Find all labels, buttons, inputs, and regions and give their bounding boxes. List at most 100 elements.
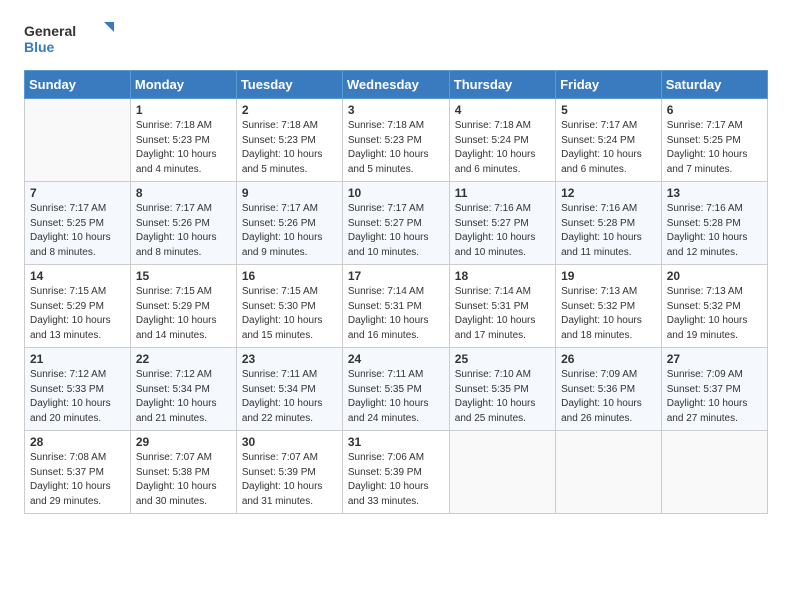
day-info: Sunrise: 7:16 AM Sunset: 5:27 PM Dayligh… (455, 202, 550, 260)
day-number: 27 (667, 352, 762, 366)
calendar-cell: 24Sunrise: 7:11 AM Sunset: 5:35 PM Dayli… (342, 348, 449, 431)
day-number: 18 (455, 269, 550, 283)
day-number: 29 (136, 435, 231, 449)
day-info: Sunrise: 7:17 AM Sunset: 5:26 PM Dayligh… (242, 202, 337, 260)
calendar-week-5: 28 Sunrise: 7:08 AM Sunset: 5:37 PM Dayli… (25, 431, 768, 514)
calendar-cell: 18 Sunrise: 7:14 AM Sunset: 5:31 PM Dayli… (449, 265, 555, 348)
day-number: 3 (348, 103, 444, 117)
day-info: Sunrise: 7:18 AM Sunset: 5:23 PM Dayligh… (348, 119, 444, 177)
calendar-cell: 15Sunrise: 7:15 AM Sunset: 5:29 PM Dayli… (130, 265, 236, 348)
day-number: 5 (561, 103, 656, 117)
calendar-cell: 16 Sunrise: 7:15 AM Sunset: 5:30 PM Dayli… (236, 265, 342, 348)
calendar-cell: 21 Sunrise: 7:12 AM Sunset: 5:33 PM Dayli… (25, 348, 131, 431)
calendar-cell: 31Sunrise: 7:06 AM Sunset: 5:39 PM Dayli… (342, 431, 449, 514)
day-info: Sunrise: 7:18 AM Sunset: 5:23 PM Dayligh… (242, 119, 337, 177)
day-header-saturday: Saturday (661, 71, 767, 99)
day-number: 6 (667, 103, 762, 117)
day-number: 26 (561, 352, 656, 366)
day-info: Sunrise: 7:17 AM Sunset: 5:25 PM Dayligh… (30, 202, 125, 260)
calendar-cell: 7Sunrise: 7:17 AM Sunset: 5:25 PM Daylig… (25, 182, 131, 265)
day-info: Sunrise: 7:13 AM Sunset: 5:32 PM Dayligh… (561, 285, 656, 343)
day-info: Sunrise: 7:17 AM Sunset: 5:24 PM Dayligh… (561, 119, 656, 177)
day-number: 8 (136, 186, 231, 200)
svg-text:General: General (24, 23, 76, 39)
calendar-cell: 1Sunrise: 7:18 AM Sunset: 5:23 PM Daylig… (130, 99, 236, 182)
day-info: Sunrise: 7:16 AM Sunset: 5:28 PM Dayligh… (561, 202, 656, 260)
calendar-header-row: SundayMondayTuesdayWednesdayThursdayFrid… (25, 71, 768, 99)
day-number: 22 (136, 352, 231, 366)
calendar-cell: 8 Sunrise: 7:17 AM Sunset: 5:26 PM Daylig… (130, 182, 236, 265)
calendar-cell: 30Sunrise: 7:07 AM Sunset: 5:39 PM Dayli… (236, 431, 342, 514)
calendar-cell (449, 431, 555, 514)
day-info: Sunrise: 7:08 AM Sunset: 5:37 PM Dayligh… (30, 451, 125, 509)
day-info: Sunrise: 7:07 AM Sunset: 5:38 PM Dayligh… (136, 451, 231, 509)
day-number: 31 (348, 435, 444, 449)
day-number: 15 (136, 269, 231, 283)
calendar-cell: 14 Sunrise: 7:15 AM Sunset: 5:29 PM Dayli… (25, 265, 131, 348)
day-info: Sunrise: 7:12 AM Sunset: 5:33 PM Dayligh… (30, 368, 125, 426)
day-info: Sunrise: 7:14 AM Sunset: 5:31 PM Dayligh… (348, 285, 444, 343)
day-info: Sunrise: 7:13 AM Sunset: 5:32 PM Dayligh… (667, 285, 762, 343)
calendar-cell: 3 Sunrise: 7:18 AM Sunset: 5:23 PM Daylig… (342, 99, 449, 182)
day-info: Sunrise: 7:17 AM Sunset: 5:25 PM Dayligh… (667, 119, 762, 177)
header: General Blue (24, 20, 768, 60)
day-info: Sunrise: 7:12 AM Sunset: 5:34 PM Dayligh… (136, 368, 231, 426)
calendar-cell: 2 Sunrise: 7:18 AM Sunset: 5:23 PM Daylig… (236, 99, 342, 182)
calendar-cell: 10 Sunrise: 7:17 AM Sunset: 5:27 PM Dayli… (342, 182, 449, 265)
calendar-cell: 26 Sunrise: 7:09 AM Sunset: 5:36 PM Dayli… (556, 348, 662, 431)
day-info: Sunrise: 7:11 AM Sunset: 5:34 PM Dayligh… (242, 368, 337, 426)
day-number: 20 (667, 269, 762, 283)
calendar-cell (661, 431, 767, 514)
day-info: Sunrise: 7:16 AM Sunset: 5:28 PM Dayligh… (667, 202, 762, 260)
calendar-cell: 23Sunrise: 7:11 AM Sunset: 5:34 PM Dayli… (236, 348, 342, 431)
calendar-cell: 20 Sunrise: 7:13 AM Sunset: 5:32 PM Dayli… (661, 265, 767, 348)
calendar-cell: 12 Sunrise: 7:16 AM Sunset: 5:28 PM Dayli… (556, 182, 662, 265)
day-header-sunday: Sunday (25, 71, 131, 99)
day-number: 2 (242, 103, 337, 117)
day-number: 1 (136, 103, 231, 117)
calendar-week-4: 21 Sunrise: 7:12 AM Sunset: 5:33 PM Dayli… (25, 348, 768, 431)
day-number: 21 (30, 352, 125, 366)
day-header-thursday: Thursday (449, 71, 555, 99)
calendar-cell: 11Sunrise: 7:16 AM Sunset: 5:27 PM Dayli… (449, 182, 555, 265)
day-number: 16 (242, 269, 337, 283)
calendar-cell (25, 99, 131, 182)
calendar-cell: 25 Sunrise: 7:10 AM Sunset: 5:35 PM Dayli… (449, 348, 555, 431)
calendar-week-3: 14 Sunrise: 7:15 AM Sunset: 5:29 PM Dayli… (25, 265, 768, 348)
calendar-cell: 6 Sunrise: 7:17 AM Sunset: 5:25 PM Daylig… (661, 99, 767, 182)
calendar-week-2: 7Sunrise: 7:17 AM Sunset: 5:25 PM Daylig… (25, 182, 768, 265)
calendar-cell: 29 Sunrise: 7:07 AM Sunset: 5:38 PM Dayli… (130, 431, 236, 514)
calendar-cell: 19 Sunrise: 7:13 AM Sunset: 5:32 PM Dayli… (556, 265, 662, 348)
day-info: Sunrise: 7:15 AM Sunset: 5:30 PM Dayligh… (242, 285, 337, 343)
day-info: Sunrise: 7:09 AM Sunset: 5:36 PM Dayligh… (561, 368, 656, 426)
calendar-cell: 9Sunrise: 7:17 AM Sunset: 5:26 PM Daylig… (236, 182, 342, 265)
svg-text:Blue: Blue (24, 39, 55, 55)
day-header-wednesday: Wednesday (342, 71, 449, 99)
day-number: 17 (348, 269, 444, 283)
calendar-week-1: 1 Sunrise: 7:18 AM Sunset: 5:23 PM Daylig… (25, 99, 768, 182)
day-number: 14 (30, 269, 125, 283)
day-number: 28 (30, 435, 125, 449)
day-info: Sunrise: 7:11 AM Sunset: 5:35 PM Dayligh… (348, 368, 444, 426)
day-info: Sunrise: 7:07 AM Sunset: 5:39 PM Dayligh… (242, 451, 337, 509)
calendar-cell (556, 431, 662, 514)
calendar: SundayMondayTuesdayWednesdayThursdayFrid… (24, 70, 768, 514)
day-info: Sunrise: 7:17 AM Sunset: 5:27 PM Dayligh… (348, 202, 444, 260)
day-header-monday: Monday (130, 71, 236, 99)
calendar-cell: 5 Sunrise: 7:17 AM Sunset: 5:24 PM Daylig… (556, 99, 662, 182)
day-number: 12 (561, 186, 656, 200)
day-header-friday: Friday (556, 71, 662, 99)
day-info: Sunrise: 7:14 AM Sunset: 5:31 PM Dayligh… (455, 285, 550, 343)
calendar-cell: 4Sunrise: 7:18 AM Sunset: 5:24 PM Daylig… (449, 99, 555, 182)
logo-svg: General Blue (24, 20, 114, 60)
calendar-cell: 28 Sunrise: 7:08 AM Sunset: 5:37 PM Dayli… (25, 431, 131, 514)
day-number: 25 (455, 352, 550, 366)
day-info: Sunrise: 7:17 AM Sunset: 5:26 PM Dayligh… (136, 202, 231, 260)
day-number: 10 (348, 186, 444, 200)
day-header-tuesday: Tuesday (236, 71, 342, 99)
day-number: 13 (667, 186, 762, 200)
calendar-cell: 27Sunrise: 7:09 AM Sunset: 5:37 PM Dayli… (661, 348, 767, 431)
day-number: 19 (561, 269, 656, 283)
day-info: Sunrise: 7:15 AM Sunset: 5:29 PM Dayligh… (30, 285, 125, 343)
day-info: Sunrise: 7:10 AM Sunset: 5:35 PM Dayligh… (455, 368, 550, 426)
